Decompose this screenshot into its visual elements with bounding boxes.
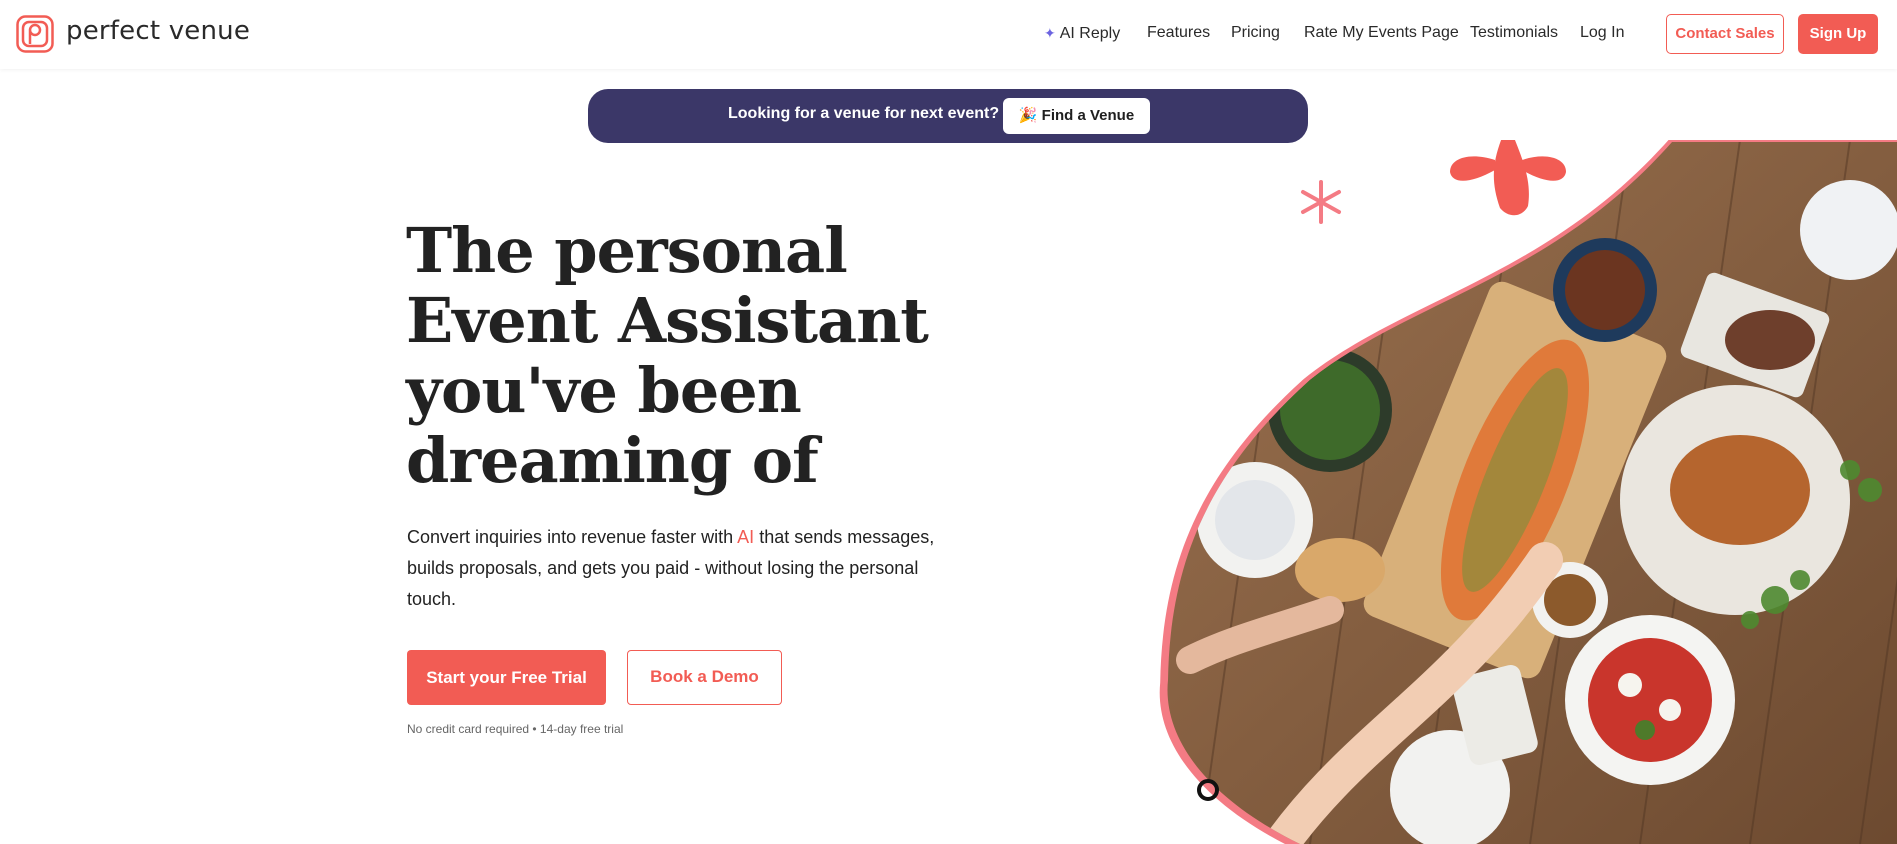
hero-title-line: Event Assistant <box>406 284 929 357</box>
hero-subtitle: Convert inquiries into revenue faster wi… <box>407 522 967 615</box>
start-free-trial-button[interactable]: Start your Free Trial <box>407 650 606 705</box>
hero-title-line: dreaming of <box>406 424 819 497</box>
cursor-ring-icon <box>1197 779 1219 801</box>
nav-features[interactable]: Features <box>1147 22 1210 44</box>
asterisk-icon <box>1301 180 1341 224</box>
fine-print: No credit card required • 14-day free tr… <box>407 722 624 736</box>
nav-testimonials[interactable]: Testimonials <box>1470 22 1558 44</box>
hero-subtitle-text: Convert inquiries into revenue faster wi… <box>407 527 738 547</box>
hero-image <box>1159 140 1897 844</box>
venue-banner: Looking for a venue for next event? 🎉 Fi… <box>588 89 1308 143</box>
sparkle-icon: ✦ <box>1044 25 1056 41</box>
hero-title: The personal Event Assistant you've been… <box>406 216 966 496</box>
sign-up-button[interactable]: Sign Up <box>1798 14 1878 54</box>
nav-rate-my-events[interactable]: Rate My Events Page <box>1304 22 1459 44</box>
find-venue-label: Find a Venue <box>1041 107 1135 124</box>
contact-sales-button[interactable]: Contact Sales <box>1666 14 1784 54</box>
find-venue-button[interactable]: 🎉 Find a Venue <box>1003 98 1150 134</box>
hero-title-line: you've been <box>406 354 802 427</box>
flower-icon <box>1450 140 1566 216</box>
hero-title-line: The personal <box>406 214 848 287</box>
site-header: perfect venue ✦ AI Reply Features Pricing… <box>0 0 1897 69</box>
brand-name[interactable]: perfect venue <box>66 16 250 46</box>
nav-ai-reply[interactable]: ✦ AI Reply <box>1044 22 1120 45</box>
nav-log-in[interactable]: Log In <box>1580 22 1624 44</box>
party-popper-icon: 🎉 <box>1018 107 1038 124</box>
book-demo-button[interactable]: Book a Demo <box>627 650 782 705</box>
nav-ai-reply-label: AI Reply <box>1059 25 1121 42</box>
ai-highlight: AI <box>737 527 755 547</box>
nav-pricing[interactable]: Pricing <box>1231 22 1280 44</box>
food-table-photo <box>1167 142 1897 844</box>
banner-text: Looking for a venue for next event? <box>728 105 1000 122</box>
brand-logo-icon[interactable] <box>16 15 54 53</box>
